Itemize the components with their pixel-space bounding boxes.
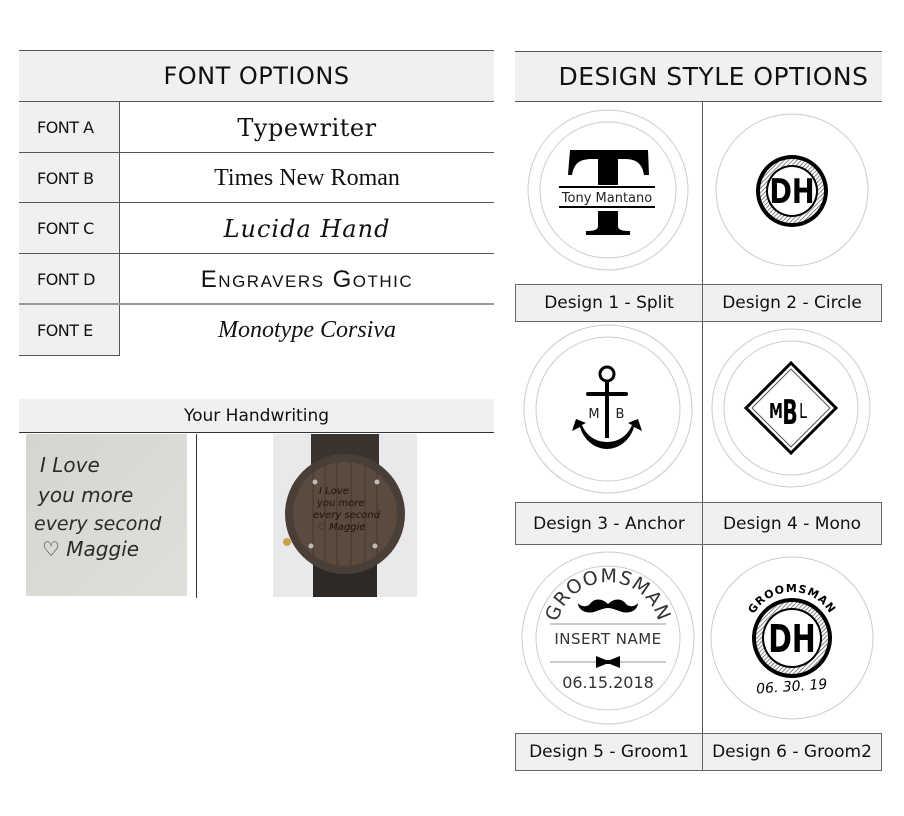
font-row-c[interactable]: FONT C Lucida Hand <box>19 203 494 254</box>
handwriting-note-photo: I Love you more every second ♡ Maggie <box>26 434 187 596</box>
groom2-date: 06. 30. 19 <box>756 677 828 698</box>
font-label: FONT D <box>19 254 120 305</box>
note-line: you more <box>37 483 133 507</box>
note-line: I Love <box>40 453 100 477</box>
design-3-anchor-preview[interactable]: M B <box>518 321 698 501</box>
design-1-caption[interactable]: Design 1 - Split <box>515 284 703 322</box>
anchor-right-initial: B <box>616 407 625 422</box>
circle-monogram-text: DH <box>769 172 814 212</box>
groom1-name: INSERT NAME <box>554 630 661 648</box>
engraved-line: ♡ Maggie <box>317 522 366 533</box>
font-row-e[interactable]: FONT E Monotype Corsiva <box>19 305 494 356</box>
font-row-d[interactable]: FONT D Engravers Gothic <box>19 254 494 305</box>
font-row-b[interactable]: FONT B Times New Roman <box>19 153 494 204</box>
groom1-date: 06.15.2018 <box>562 673 654 692</box>
engraved-line: every second <box>313 510 381 521</box>
design-5-caption[interactable]: Design 5 - Groom1 <box>515 733 703 771</box>
note-line: every second <box>34 513 162 535</box>
font-sample: Engravers Gothic <box>200 265 414 293</box>
mono-initial-left: M <box>769 401 783 424</box>
engraved-watch-photo: I Love you more every second ♡ Maggie <box>273 434 417 597</box>
font-sample: Typewriter <box>237 113 377 142</box>
split-name: Tony Mantano <box>561 191 652 206</box>
font-label: FONT A <box>19 102 120 153</box>
font-sample: Lucida Hand <box>223 214 391 243</box>
design-options-title: DESIGN STYLE OPTIONS <box>515 51 882 102</box>
font-sample: Times New Roman <box>214 165 400 191</box>
anchor-left-initial: M <box>588 407 599 422</box>
groom2-monogram-text: DH <box>768 617 816 661</box>
groom1-arc-text: GROOMSMAN <box>541 565 675 624</box>
anchor-icon <box>572 365 642 449</box>
font-sample: Monotype Corsiva <box>218 317 396 343</box>
font-options-title: FONT OPTIONS <box>19 50 494 102</box>
design-2-caption[interactable]: Design 2 - Circle <box>702 284 882 322</box>
design-6-groom2-preview[interactable]: GROOMSMAN DH 06. 30. 19 <box>702 548 882 728</box>
mustache-icon <box>578 599 638 613</box>
engraved-line: I Love <box>319 486 349 497</box>
column-divider <box>196 434 197 598</box>
design-4-caption[interactable]: Design 4 - Mono <box>702 502 882 545</box>
mono-initial-center: B <box>782 392 798 432</box>
design-2-circle-preview[interactable]: DH <box>702 102 882 282</box>
design-4-mono-preview[interactable]: M B L <box>702 321 882 501</box>
handwriting-title: Your Handwriting <box>19 399 494 433</box>
design-6-caption[interactable]: Design 6 - Groom2 <box>702 733 882 771</box>
design-5-groom1-preview[interactable]: GROOMSMAN INSERT NAME 06.15.2018 <box>518 548 698 728</box>
font-label: FONT B <box>19 153 120 204</box>
bow-tie-icon <box>596 656 620 668</box>
mono-initial-right: L <box>799 401 807 424</box>
design-1-split-preview[interactable]: Tony Mantano <box>518 103 698 283</box>
font-label: FONT C <box>19 203 120 254</box>
note-line: ♡ Maggie <box>42 537 139 561</box>
font-label: FONT E <box>19 305 120 356</box>
design-3-caption[interactable]: Design 3 - Anchor <box>515 502 703 545</box>
font-row-a[interactable]: FONT A Typewriter <box>19 102 494 153</box>
engraved-line: you more <box>316 498 365 509</box>
